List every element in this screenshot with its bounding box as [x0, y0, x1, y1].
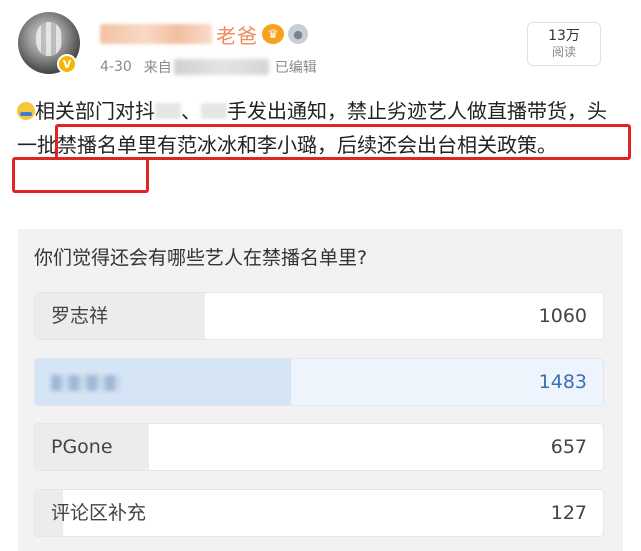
poll-option-selected[interactable]: 1483 — [34, 358, 604, 406]
crown-icon: ♛ — [262, 24, 284, 44]
poll-option-count: 657 — [550, 436, 587, 458]
highlight-box — [55, 124, 631, 160]
poll-card: 你们觉得还会有哪些艺人在禁播名单里? 罗志祥 1060 1483 PGone 6… — [18, 229, 623, 551]
poll-option[interactable]: 罗志祥 1060 — [34, 292, 604, 340]
poll-option-label: 评论区补充 — [51, 502, 147, 524]
username-redacted — [100, 24, 212, 44]
poll-option-count: 1060 — [538, 305, 587, 327]
read-count: 13万 — [548, 28, 580, 44]
poll-option-label-redacted — [51, 375, 121, 391]
username-tail[interactable]: 老爸 — [216, 20, 258, 49]
poll-option-label: PGone — [51, 436, 113, 458]
highlight-box — [12, 157, 149, 193]
edited-label[interactable]: 已编辑 — [275, 57, 317, 77]
read-count-label: 阅读 — [551, 45, 576, 59]
poll-option-label: 罗志祥 — [51, 305, 109, 327]
username-row[interactable]: 老爸 ♛ ● — [100, 20, 308, 48]
post-text-seg1: 相关部门对抖 — [35, 99, 155, 123]
poll-option[interactable]: 评论区补充 127 — [34, 489, 604, 537]
avatar-image — [36, 22, 62, 56]
poll-question: 你们觉得还会有哪些艺人在禁播名单里? — [34, 247, 368, 269]
post-meta: 4-30 来自 已编辑 — [100, 57, 317, 77]
post-header: V 老爸 ♛ ● 4-30 来自 已编辑 13万 阅读 — [0, 0, 641, 92]
read-count-badge: 13万 阅读 — [527, 22, 601, 66]
source-redacted — [173, 59, 269, 75]
source-prefix: 来自 — [143, 60, 172, 76]
redacted-text — [201, 103, 227, 119]
verified-badge-icon: V — [57, 54, 77, 74]
emoji-icon — [17, 102, 35, 120]
redacted-text — [155, 103, 181, 119]
post-text-seg2: 、 — [181, 99, 201, 123]
poll-option[interactable]: PGone 657 — [34, 423, 604, 471]
poll-option-count: 127 — [550, 502, 587, 524]
post-text-seg3: 手发出通知，禁止劣迹艺人做直播带货， — [227, 99, 587, 123]
poll-option-count: 1483 — [538, 371, 587, 393]
medal-icon: ● — [288, 24, 308, 44]
post-date: 4-30 — [100, 59, 132, 75]
